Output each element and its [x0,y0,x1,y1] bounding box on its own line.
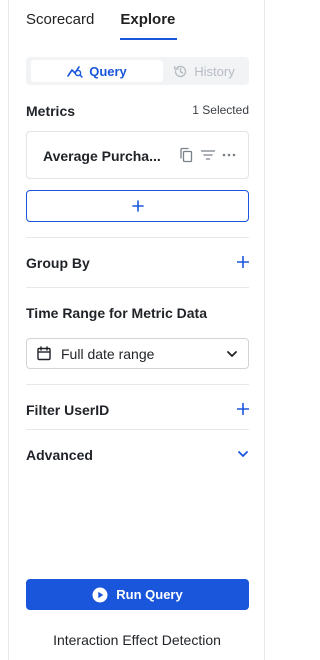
time-range-select[interactable]: Full date range [26,338,249,369]
chevron-down-icon [227,351,237,357]
copy-icon[interactable] [179,147,194,163]
advanced-title[interactable]: Advanced [26,447,93,463]
interaction-effect-detection-label[interactable]: Interaction Effect Detection [0,632,274,648]
group-by-title: Group By [26,255,90,271]
query-chart-icon [67,66,83,78]
add-group-by-icon[interactable] [237,256,249,268]
filter-userid-title: Filter UserID [26,402,110,418]
query-mode-button[interactable]: Query [31,60,163,82]
panel-right-border [264,0,265,660]
divider [26,429,249,430]
divider [26,384,249,385]
history-mode-button[interactable]: History [163,60,245,82]
plus-icon [131,200,144,212]
tab-explore[interactable]: Explore [120,10,178,40]
time-range-value: Full date range [61,345,155,362]
query-mode-label: Query [89,63,127,79]
play-icon [92,587,108,602]
tab-scorecard[interactable]: Scorecard [26,10,94,40]
metric-name: Average Purcha... [43,148,161,164]
top-tabs: Scorecard Explore [26,10,178,40]
more-options-icon[interactable] [222,152,236,158]
add-metric-button[interactable] [26,190,249,222]
run-query-label: Run Query [116,587,183,602]
run-query-button[interactable]: Run Query [26,579,249,610]
metric-actions [179,147,236,163]
chevron-down-icon[interactable] [237,449,249,459]
divider [26,287,249,288]
metric-card[interactable]: Average Purcha... [26,131,249,179]
add-filter-icon[interactable] [237,403,249,415]
panel-left-border [8,0,9,660]
history-mode-label: History [194,63,235,79]
history-icon [174,65,187,77]
divider [26,237,249,238]
calendar-icon [37,346,51,361]
mode-switch: Query History [26,57,249,85]
metrics-selected-count: 1 Selected [192,103,249,117]
filter-icon[interactable] [200,148,216,162]
metrics-title: Metrics [26,103,76,119]
time-range-title: Time Range for Metric Data [26,305,208,321]
